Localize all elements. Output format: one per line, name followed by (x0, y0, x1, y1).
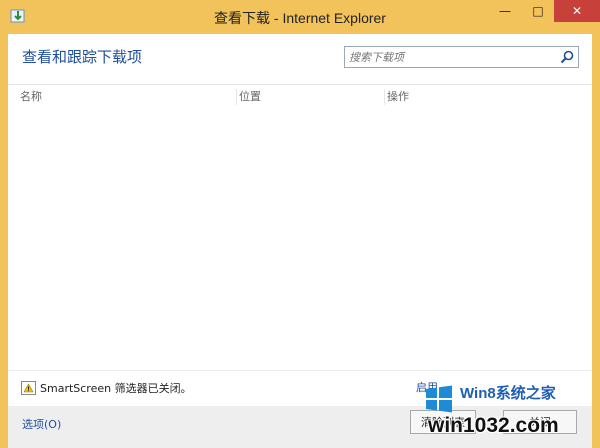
search-box[interactable] (344, 46, 579, 68)
search-input[interactable] (349, 49, 549, 65)
title-bar[interactable]: 查看下载 - Internet Explorer — □ ✕ (0, 0, 600, 34)
watermark-url: win1032.com (428, 414, 559, 437)
maximize-button[interactable]: □ (522, 0, 554, 22)
watermark-site-name: Win8系统之家 (460, 385, 556, 402)
downloads-list (8, 107, 592, 372)
page-title: 查看和跟踪下载项 (22, 48, 143, 66)
ie-download-window: 查看下载 - Internet Explorer — □ ✕ 查看和跟踪下载项 … (0, 0, 600, 448)
smartscreen-status-text: SmartScreen 筛选器已关闭。 (40, 382, 192, 395)
column-header-actions[interactable]: 操作 (384, 89, 409, 105)
search-icon[interactable] (560, 49, 574, 64)
close-window-button[interactable]: ✕ (554, 0, 600, 22)
minimize-button[interactable]: — (488, 0, 522, 22)
site-watermark: Win8系统之家 win1032.com (408, 374, 600, 448)
column-header-name[interactable]: 名称 (20, 89, 42, 105)
options-link[interactable]: 选项(O) (22, 416, 61, 432)
column-header-location[interactable]: 位置 (236, 89, 261, 105)
warning-shield-icon (21, 380, 36, 395)
windows-logo-icon (424, 384, 454, 414)
download-manager-panel: 查看和跟踪下载项 名称 位置 操作 (8, 34, 592, 407)
downloads-table-header: 名称 位置 操作 (8, 84, 592, 107)
